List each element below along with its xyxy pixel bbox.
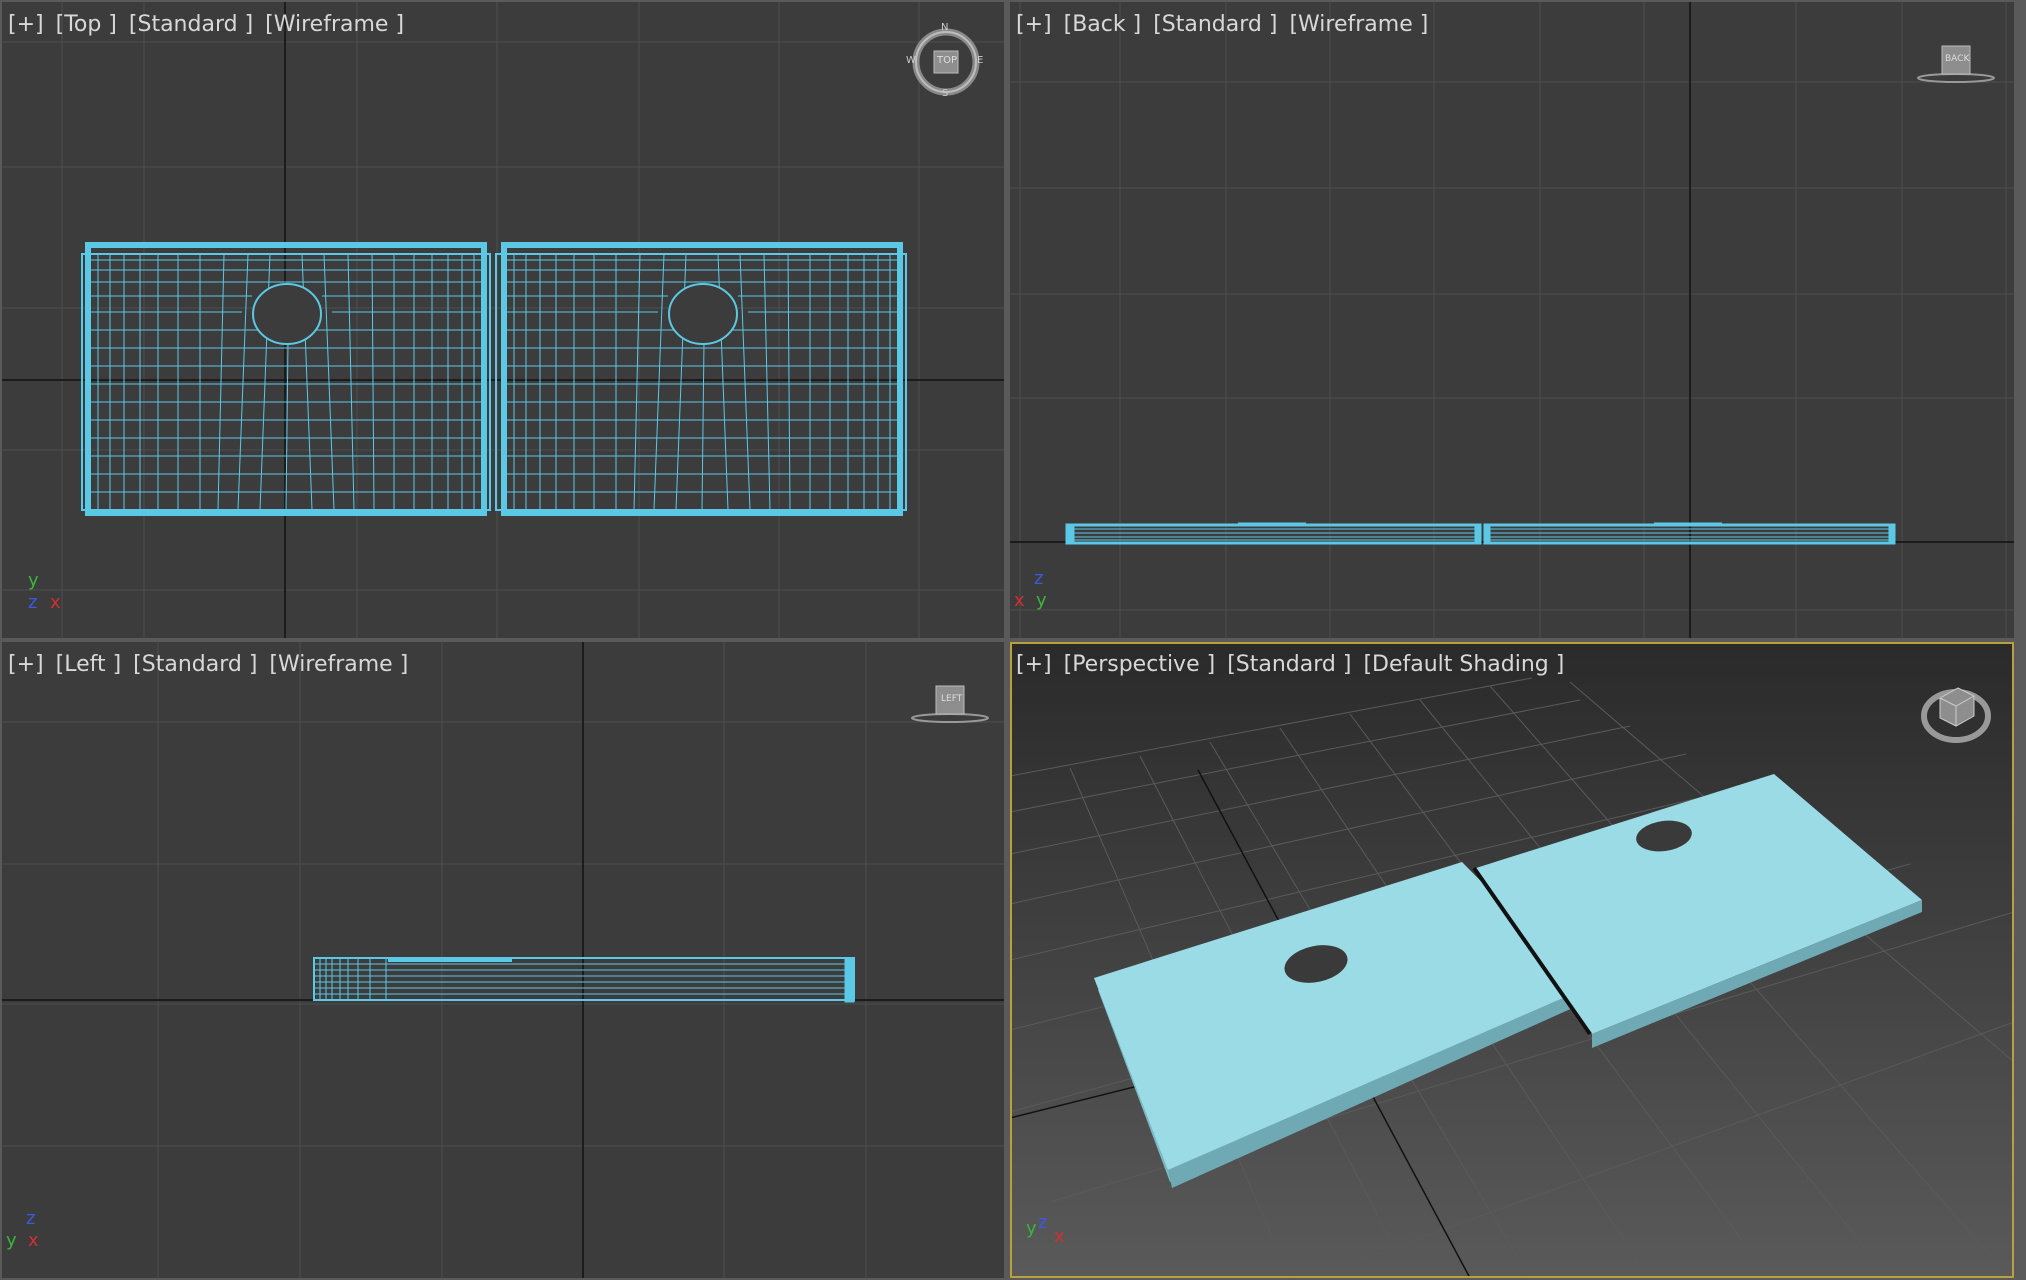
viewport-left[interactable]: [+] [Left ] [Standard ] [Wireframe ] LEFT z… [2, 642, 1004, 1278]
viewcube-face-label: LEFT [941, 694, 963, 704]
display-mode-button[interactable]: [Wireframe ] [269, 652, 408, 677]
axis-x-label: x [1014, 590, 1025, 611]
axis-z-label: z [1034, 568, 1044, 589]
axis-tripod-back: z x y [1012, 568, 1062, 618]
axis-x-label: x [28, 1230, 39, 1251]
viewport-top[interactable]: [+] [Top ] [Standard ] [Wireframe ] TOP N S… [2, 2, 1004, 638]
viewport-back-label: [+] [Back ] [Standard ] [Wireframe ] [1016, 12, 1440, 37]
viewport-perspective-label: [+] [Perspective ] [Standard ] [Default Sha… [1016, 652, 1576, 677]
viewcube-perspective[interactable] [1918, 672, 1994, 748]
axis-tripod-left: z y x [4, 1208, 54, 1258]
view-type-button[interactable]: [Left ] [56, 652, 122, 677]
back-grid [1010, 2, 2014, 638]
shading-mode-button[interactable]: [Standard ] [1153, 12, 1277, 37]
viewcube-compass[interactable]: TOP N S E W [906, 22, 984, 100]
display-mode-button[interactable]: [Wireframe ] [265, 12, 404, 37]
view-type-button[interactable]: [Top ] [56, 12, 117, 37]
shading-mode-button[interactable]: [Standard ] [133, 652, 257, 677]
view-type-button[interactable]: [Perspective ] [1064, 652, 1216, 677]
shading-mode-button[interactable]: [Standard ] [129, 12, 253, 37]
viewport-menu-button[interactable]: [+] [8, 12, 44, 37]
shading-mode-button[interactable]: [Standard ] [1227, 652, 1351, 677]
axis-x-label: x [50, 592, 61, 613]
top-grid [2, 2, 1004, 638]
left-wire-slab [313, 957, 855, 1003]
compass-north: N [941, 22, 949, 33]
top-wire-slab-right [495, 242, 907, 516]
viewport-back[interactable]: [+] [Back ] [Standard ] [Wireframe ] BACK z… [1010, 2, 2014, 638]
viewport-top-label: [+] [Top ] [Standard ] [Wireframe ] [8, 12, 416, 37]
left-grid [2, 642, 1004, 1278]
perspective-scene [1010, 642, 2014, 1278]
axis-y-label: y [1036, 590, 1047, 611]
back-wire-slabs [1065, 522, 1896, 545]
compass-east: E [977, 55, 984, 66]
compass-south: S [942, 88, 949, 99]
viewcube-back[interactable]: BACK [1916, 42, 1996, 86]
axis-tripod-top: y z x [26, 570, 76, 620]
axis-z-label: z [26, 1208, 36, 1229]
viewcube-face-label: TOP [937, 55, 958, 66]
axis-z-label: z [28, 592, 38, 613]
viewport-menu-button[interactable]: [+] [1016, 12, 1052, 37]
axis-z-label: z [1038, 1212, 1048, 1233]
axis-x-label: x [1054, 1226, 1065, 1247]
axis-tripod-perspective: z y x [1024, 1212, 1080, 1262]
viewcube-left[interactable]: LEFT [910, 682, 990, 726]
axis-y-label: y [1026, 1218, 1037, 1239]
viewport-menu-button[interactable]: [+] [1016, 652, 1052, 677]
viewcube-face-label: BACK [1945, 54, 1970, 64]
display-mode-button[interactable]: [Default Shading ] [1363, 652, 1564, 677]
axis-y-label: y [28, 570, 39, 591]
axis-y-label: y [6, 1230, 17, 1251]
display-mode-button[interactable]: [Wireframe ] [1289, 12, 1428, 37]
top-wire-slab-left [81, 242, 491, 516]
view-type-button[interactable]: [Back ] [1064, 12, 1142, 37]
viewport-perspective[interactable]: [+] [Perspective ] [Standard ] [Default Sha… [1010, 642, 2014, 1278]
viewport-left-label: [+] [Left ] [Standard ] [Wireframe ] [8, 652, 420, 677]
viewport-menu-button[interactable]: [+] [8, 652, 44, 677]
compass-west: W [906, 55, 916, 66]
